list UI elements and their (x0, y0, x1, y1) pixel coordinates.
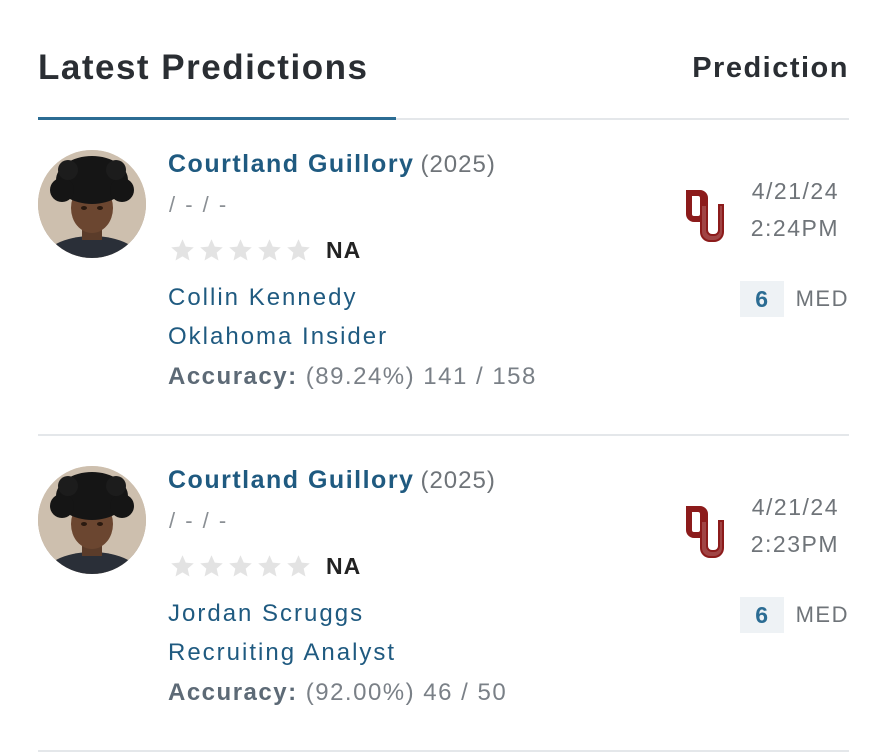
star-icon (256, 553, 283, 580)
confidence-score: 6 (739, 597, 784, 633)
star-icon (198, 237, 225, 264)
prediction-column-header: Prediction (692, 52, 849, 84)
confidence-level: MED (795, 602, 849, 627)
analyst-accuracy: Accuracy: (89.24%) 141 / 158 (168, 363, 537, 391)
analyst-name-link[interactable]: Collin Kennedy (168, 284, 357, 312)
analyst-title-link[interactable]: Oklahoma Insider (168, 323, 388, 351)
star-icon (256, 237, 283, 264)
player-name-link[interactable]: Courtland Guillory (168, 150, 414, 178)
page-title: Latest Predictions (38, 48, 369, 87)
accuracy-value: (92.00%) 46 / 50 (305, 679, 508, 706)
confidence-badge: 6 MED (739, 281, 849, 317)
star-icon (169, 237, 196, 264)
prediction-time: 2:24PM (750, 215, 839, 241)
oklahoma-logo-icon[interactable] (680, 186, 726, 244)
prediction-date: 4/21/24 (751, 494, 839, 520)
prediction-row: Courtland Guillory (2025) / - / - NA Jord… (38, 434, 849, 752)
star-icon (227, 237, 254, 264)
rating-value: NA (326, 552, 362, 579)
player-name-link[interactable]: Courtland Guillory (168, 466, 414, 494)
star-icon (198, 553, 225, 580)
star-icon (169, 553, 196, 580)
analyst-title-link[interactable]: Recruiting Analyst (168, 639, 396, 667)
predictions-header: Latest Predictions Prediction (38, 0, 849, 120)
star-icon (285, 553, 312, 580)
player-avatar[interactable] (38, 466, 146, 574)
accuracy-label: Accuracy: (168, 679, 298, 706)
confidence-score: 6 (739, 281, 784, 317)
prediction-row: Courtland Guillory (2025) / - / - NA Coll… (38, 118, 849, 436)
confidence-level: MED (795, 286, 849, 311)
player-heading: Courtland Guillory (2025) (168, 150, 496, 179)
player-heading: Courtland Guillory (2025) (168, 466, 496, 495)
player-position-info: / - / - (169, 508, 229, 533)
accuracy-value: (89.24%) 141 / 158 (305, 363, 537, 390)
player-class-year: (2025) (420, 467, 496, 494)
oklahoma-logo-icon[interactable] (680, 502, 726, 560)
player-avatar[interactable] (38, 150, 146, 258)
star-icon (285, 237, 312, 264)
analyst-accuracy: Accuracy: (92.00%) 46 / 50 (168, 679, 507, 707)
prediction-time: 2:23PM (750, 531, 839, 557)
player-star-rating: NA (169, 232, 361, 268)
analyst-name-link[interactable]: Jordan Scruggs (168, 600, 364, 628)
rating-value: NA (326, 236, 362, 263)
player-class-year: (2025) (420, 151, 496, 178)
player-star-rating: NA (169, 548, 361, 584)
player-position-info: / - / - (169, 192, 229, 217)
star-icon (227, 553, 254, 580)
confidence-badge: 6 MED (739, 597, 849, 633)
accuracy-label: Accuracy: (168, 363, 298, 390)
prediction-date: 4/21/24 (751, 178, 839, 204)
